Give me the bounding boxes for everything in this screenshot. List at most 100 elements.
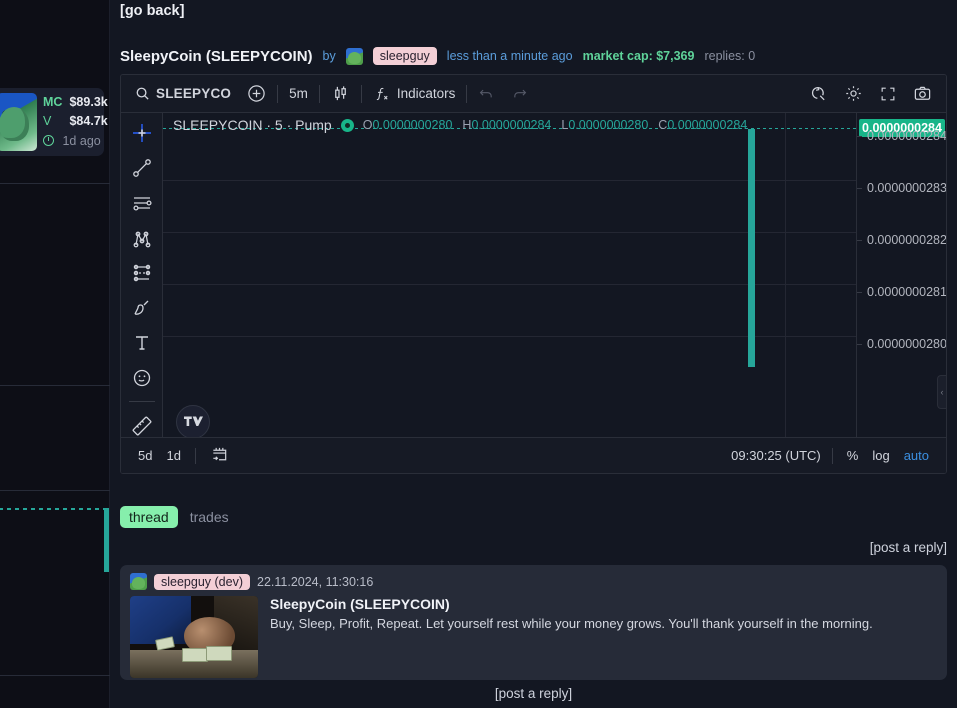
toolbar-divider-2 [319, 85, 320, 103]
crosshair-tool-button[interactable] [126, 119, 158, 148]
post-timestamp: 22.11.2024, 11:30:16 [257, 575, 373, 589]
price-tick [857, 136, 862, 137]
by-label: by [323, 49, 336, 63]
sidebar-coin-card[interactable]: MC $89.3k V $84.7k 1d ago [0, 88, 104, 156]
undo-button[interactable] [470, 80, 503, 108]
market-cap-label: market cap: $7,369 [583, 49, 695, 63]
chart-settings-button[interactable] [836, 80, 871, 108]
post-text: SleepyCoin (SLEEPYCOIN) Buy, Sleep, Prof… [270, 596, 873, 678]
post-title: SleepyCoin (SLEEPYCOIN) [270, 596, 873, 612]
post-author-avatar [130, 573, 147, 590]
fullscreen-button[interactable] [871, 80, 905, 108]
toolbar-divider-1 [277, 85, 278, 103]
text-icon [130, 331, 154, 355]
page-title: SleepyCoin (SLEEPYCOIN) [120, 48, 313, 65]
post-image[interactable] [130, 596, 258, 678]
camera-icon [913, 84, 932, 103]
sidebar-coin-stats: MC $89.3k V $84.7k 1d ago [43, 93, 108, 151]
collapse-pane-handle[interactable]: ‹ [937, 375, 946, 409]
fib-retracement-tool-button[interactable] [126, 259, 158, 288]
chart-toolbar: SLEEPYCO 5m [121, 75, 946, 113]
sidebar-divider-1 [0, 183, 110, 184]
main-column: [go back] SleepyCoin (SLEEPYCOIN) by sle… [110, 0, 957, 708]
ohlc-o-key: O [363, 118, 373, 132]
left-sidebar: MC $89.3k V $84.7k 1d ago r [0, 0, 110, 708]
chart-bottom-bar: 5d 1d 09:30:25 (UTC) % log auto [121, 437, 946, 473]
price-tick-label: 0.0000000280 [867, 337, 947, 351]
plus-circle-icon [247, 84, 266, 103]
emoji-tool-button[interactable] [126, 363, 158, 392]
gear-icon [844, 84, 863, 103]
compare-symbol-button[interactable] [239, 80, 274, 108]
text-tool-button[interactable] [126, 328, 158, 357]
price-tick-label: 0.0000000282 [867, 233, 947, 247]
measure-tool-button[interactable] [126, 411, 158, 440]
symbol-search-button[interactable]: SLEEPYCO [127, 80, 239, 108]
fullscreen-icon [879, 85, 897, 103]
snapshot-button[interactable] [905, 80, 940, 108]
percent-scale-button[interactable]: % [840, 445, 866, 466]
legend-title: SLEEPYCOIN · 5 · Pump [173, 117, 332, 133]
goto-date-button[interactable] [203, 442, 236, 470]
redo-arrow-icon [511, 85, 528, 102]
sidebar-volume-key: V [43, 112, 66, 131]
sidebar-divider-3 [0, 490, 110, 491]
chart-plot-area[interactable] [163, 113, 856, 447]
chart-pane[interactable]: SLEEPYCOIN · 5 · Pump O0.0000000280 H0.0… [163, 113, 946, 474]
creator-avatar [346, 48, 363, 65]
indicators-button[interactable]: Indicators [365, 80, 464, 108]
drawing-tools-rail [121, 113, 163, 474]
horizontal-lines-tool-button[interactable] [126, 189, 158, 218]
chart-clock[interactable]: 09:30:25 (UTC) [731, 448, 821, 463]
tab-trades[interactable]: trades [190, 509, 229, 525]
chart-body: SLEEPYCOIN · 5 · Pump O0.0000000280 H0.0… [121, 113, 946, 474]
crosshair-icon [130, 121, 154, 145]
tradingview-chart-widget[interactable]: SLEEPYCO 5m [120, 74, 947, 474]
price-tick [857, 344, 862, 345]
creator-name[interactable]: sleepguy [373, 47, 437, 65]
post-author-name[interactable]: sleepguy (dev) [154, 574, 250, 590]
post-header: sleepguy (dev) 22.11.2024, 11:30:16 [130, 573, 937, 590]
sidebar-divider-4 [0, 675, 110, 676]
price-tick-label: 0.0000000281 [867, 285, 947, 299]
price-tick [857, 292, 862, 293]
sidebar-age: 1d ago [62, 134, 100, 148]
go-back-link[interactable]: [go back] [120, 3, 184, 19]
tab-thread[interactable]: thread [120, 506, 178, 528]
post-reply-link-bottom[interactable]: [post a reply] [110, 686, 957, 701]
price-tick [857, 188, 862, 189]
range-5d-button[interactable]: 5d [131, 445, 159, 466]
bottom-divider-2 [832, 448, 833, 464]
thread-post: sleepguy (dev) 22.11.2024, 11:30:16 Slee… [120, 565, 947, 680]
tradingview-logo[interactable] [176, 405, 210, 439]
interval-label: 5m [289, 86, 308, 101]
interval-button[interactable]: 5m [281, 80, 316, 108]
created-time-ago: less than a minute ago [447, 49, 573, 63]
sidebar-accent-bar [104, 508, 109, 572]
price-axis[interactable]: 0.0000000284 0.0000000284 0.0000000283 0… [856, 113, 946, 447]
indicators-label: Indicators [397, 86, 456, 101]
trend-line-tool-button[interactable] [126, 154, 158, 183]
post-reply-link-top[interactable]: [post a reply] [870, 540, 947, 555]
toolbar-divider-4 [466, 85, 467, 103]
auto-scale-button[interactable]: auto [897, 445, 936, 466]
toolbar-divider-3 [361, 85, 362, 103]
ohlc-l-value: 0.0000000280 [568, 118, 648, 132]
symbol-label: SLEEPYCO [156, 86, 231, 101]
coin-header: SleepyCoin (SLEEPYCOIN) by sleepguy less… [120, 45, 755, 67]
ohlc-values: O0.0000000280 H0.0000000284 L0.000000028… [363, 118, 748, 132]
horizontal-lines-icon [130, 191, 154, 215]
replay-button[interactable] [801, 80, 836, 108]
chart-type-button[interactable] [323, 80, 358, 108]
brush-tool-button[interactable] [126, 294, 158, 323]
undo-arrow-icon [478, 85, 495, 102]
post-description: Buy, Sleep, Profit, Repeat. Let yourself… [270, 615, 873, 633]
range-1d-button[interactable]: 1d [159, 445, 187, 466]
clock-icon [43, 135, 54, 146]
chart-legend: SLEEPYCOIN · 5 · Pump O0.0000000280 H0.0… [173, 117, 747, 133]
sidebar-mc-value: $89.3k [69, 95, 107, 109]
log-scale-button[interactable]: log [865, 445, 896, 466]
function-icon [373, 85, 391, 103]
pattern-tool-button[interactable] [126, 224, 158, 253]
redo-button[interactable] [503, 80, 536, 108]
